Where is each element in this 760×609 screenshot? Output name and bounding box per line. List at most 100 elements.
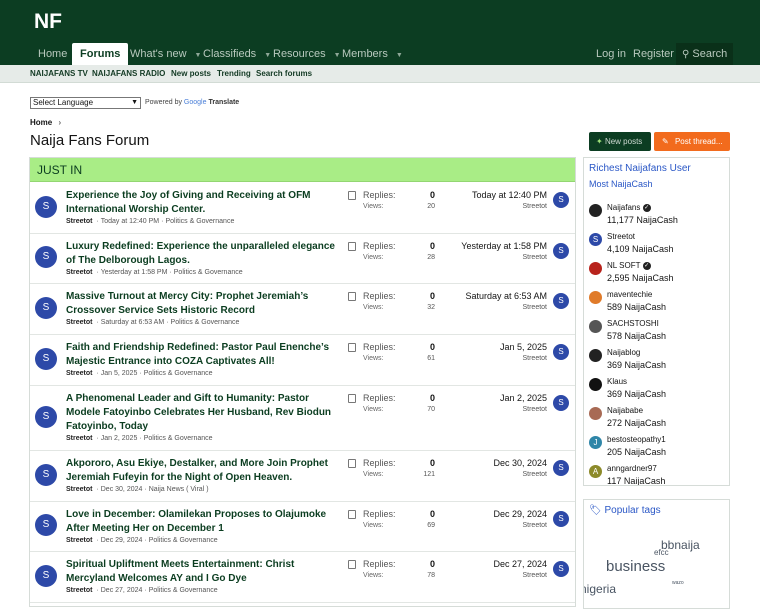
last-post-user[interactable]: Streetot	[437, 406, 547, 413]
thread-forum[interactable]: Naija News ( Viral )	[149, 486, 209, 493]
subnav-naijafans-tv[interactable]: NAIJAFANS TV	[30, 65, 88, 83]
user-name[interactable]: Naijablog	[607, 348, 640, 357]
thread-title[interactable]: Akpororo, Asu Ekiye, Destalker, and More…	[66, 457, 346, 485]
thread-date[interactable]: Saturday at 6:53 AM	[101, 319, 164, 326]
post-thread-button[interactable]: ✎ Post thread...	[654, 132, 730, 151]
avatar[interactable]: S	[35, 564, 57, 587]
thread-forum[interactable]: Politics & Governance	[174, 269, 243, 276]
breadcrumb-home[interactable]: Home	[30, 118, 52, 127]
avatar[interactable]: A	[589, 465, 602, 478]
avatar[interactable]	[589, 320, 602, 333]
last-poster-avatar[interactable]: S	[553, 192, 569, 208]
last-post-user[interactable]: Streetot	[437, 203, 547, 210]
user-name[interactable]: Naijababe	[607, 406, 643, 415]
user-name-label[interactable]: SACHSTOSHI	[607, 319, 659, 328]
thread-author[interactable]: Streetot	[66, 486, 92, 493]
avatar[interactable]: S	[35, 514, 57, 536]
avatar[interactable]: S	[35, 347, 57, 370]
thread-author[interactable]: Streetot	[66, 218, 92, 225]
last-poster-avatar[interactable]: S	[553, 344, 569, 360]
widget-title[interactable]: Richest Naijafans User	[584, 158, 729, 179]
last-post-date[interactable]: Saturday at 6:53 AM	[437, 291, 547, 301]
user-name-label[interactable]: Naijafans	[607, 203, 640, 212]
translate-label[interactable]: Translate	[208, 99, 239, 106]
thread-forum[interactable]: Politics & Governance	[149, 537, 218, 544]
breadcrumb[interactable]: Home ›	[30, 118, 61, 127]
last-post-user[interactable]: Streetot	[437, 522, 547, 529]
tag-item[interactable]: nigeria	[584, 582, 616, 596]
thread-author[interactable]: Streetot	[66, 587, 92, 594]
thread-title[interactable]: A Phenomenal Leader and Gift to Humanity…	[66, 392, 346, 434]
site-logo[interactable]: NF	[34, 10, 62, 34]
thread-date[interactable]: Yesterday at 1:58 PM	[101, 269, 168, 276]
last-post-user[interactable]: Streetot	[437, 355, 547, 362]
avatar[interactable]	[589, 262, 602, 275]
thread-date[interactable]: Today at 12:40 PM	[101, 218, 159, 225]
last-post-user[interactable]: Streetot	[437, 471, 547, 478]
thread-author[interactable]: Streetot	[66, 435, 92, 442]
nav-classifieds[interactable]: Classifieds ▼	[203, 43, 271, 65]
thread-date[interactable]: Dec 29, 2024	[101, 537, 143, 544]
thread-date[interactable]: Dec 30, 2024	[101, 486, 143, 493]
user-name[interactable]: SACHSTOSHI	[607, 319, 659, 328]
user-name-label[interactable]: Klaus	[607, 377, 627, 386]
last-post-date[interactable]: Dec 29, 2024	[437, 509, 547, 519]
thread-author[interactable]: Streetot	[66, 269, 92, 276]
user-name-label[interactable]: NL SOFT	[607, 261, 640, 270]
avatar[interactable]	[589, 349, 602, 362]
user-name-label[interactable]: Streetot	[607, 232, 635, 241]
avatar[interactable]: S	[35, 463, 57, 486]
avatar[interactable]	[589, 291, 602, 304]
user-name[interactable]: Naijafans ✓	[607, 203, 651, 212]
user-name-label[interactable]: bestosteopathy1	[607, 435, 666, 444]
thread-date[interactable]: Dec 27, 2024	[101, 587, 143, 594]
user-name-label[interactable]: anngardner97	[607, 464, 657, 473]
user-name[interactable]: maventechie	[607, 290, 652, 299]
subnav-naijafans-radio[interactable]: NAIJAFANS RADIO	[92, 65, 165, 83]
avatar[interactable]: S	[35, 405, 57, 428]
tag-item[interactable]: efcc	[654, 548, 669, 557]
last-poster-avatar[interactable]: S	[553, 511, 569, 527]
user-name[interactable]: Streetot	[607, 232, 635, 241]
user-name[interactable]: anngardner97	[607, 464, 657, 473]
search-button[interactable]: ⚲ Search	[676, 43, 734, 65]
user-name-label[interactable]: maventechie	[607, 290, 652, 299]
thread-author[interactable]: Streetot	[66, 319, 92, 326]
avatar[interactable]	[589, 378, 602, 391]
user-name-label[interactable]: Naijababe	[607, 406, 643, 415]
last-post-date[interactable]: Dec 30, 2024	[437, 458, 547, 468]
tag-item[interactable]: wazo	[672, 580, 684, 586]
subnav-new-posts[interactable]: New posts	[171, 65, 211, 83]
last-post-user[interactable]: Streetot	[437, 572, 547, 579]
nav-whats-new[interactable]: What's new ▼	[130, 43, 201, 65]
thread-title[interactable]: Faith and Friendship Redefined: Pastor P…	[66, 341, 346, 369]
thread-title[interactable]: Massive Turnout at Mercy City: Prophet J…	[66, 290, 346, 318]
nav-resources[interactable]: Resources ▼	[273, 43, 341, 65]
avatar[interactable]: S	[589, 233, 602, 246]
last-post-date[interactable]: Dec 27, 2024	[437, 559, 547, 569]
nav-members[interactable]: Members ▼	[342, 43, 403, 65]
avatar[interactable]: S	[35, 195, 57, 218]
user-name[interactable]: NL SOFT ✓	[607, 261, 651, 270]
avatar[interactable]	[589, 204, 602, 217]
avatar[interactable]: S	[35, 296, 57, 319]
last-post-date[interactable]: Jan 2, 2025	[437, 393, 547, 403]
last-post-date[interactable]: Today at 12:40 PM	[437, 190, 547, 200]
thread-forum[interactable]: Politics & Governance	[149, 587, 218, 594]
last-poster-avatar[interactable]: S	[553, 460, 569, 476]
thread-author[interactable]: Streetot	[66, 370, 92, 377]
thread-title[interactable]: Spiritual Upliftment Meets Entertainment…	[66, 558, 346, 586]
language-select[interactable]: Select Language ▼	[30, 97, 141, 109]
thread-title[interactable]: Experience the Joy of Giving and Receivi…	[66, 189, 346, 217]
thread-author[interactable]: Streetot	[66, 537, 92, 544]
avatar[interactable]: S	[35, 246, 57, 268]
last-post-date[interactable]: Jan 5, 2025	[437, 342, 547, 352]
last-post-user[interactable]: Streetot	[437, 254, 547, 261]
nav-home[interactable]: Home	[38, 43, 67, 65]
thread-forum[interactable]: Politics & Governance	[144, 370, 213, 377]
user-name[interactable]: Klaus	[607, 377, 627, 386]
thread-forum[interactable]: Politics & Governance	[144, 435, 213, 442]
register-link[interactable]: Register	[633, 43, 674, 65]
last-post-user[interactable]: Streetot	[437, 304, 547, 311]
thread-date[interactable]: Jan 2, 2025	[101, 435, 138, 442]
